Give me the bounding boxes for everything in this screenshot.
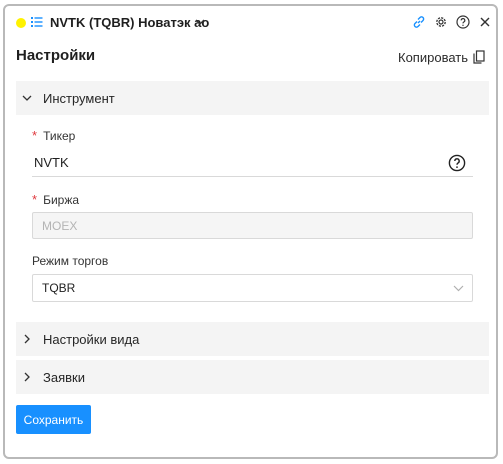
chevron-down-icon [22,95,32,101]
widget-titlebar: NVTK (TQBR) Новатэк ао [5,6,496,38]
section-orders-label: Заявки [43,369,85,385]
section-view-settings-label: Настройки вида [43,331,140,347]
page-title: Настройки [16,47,96,64]
trade-mode-value: TQBR [42,281,76,295]
help-icon[interactable] [456,15,470,29]
save-button[interactable]: Сохранить [16,405,91,434]
required-mark: * [32,192,38,207]
exchange-input: MOEX [32,212,473,239]
section-view-settings-header[interactable]: Настройки вида [16,322,489,356]
chevron-right-icon [24,334,30,344]
help-icon[interactable] [448,154,466,172]
chevron-right-icon [24,372,30,382]
ticker-field-label: * Тикер [32,128,75,143]
trade-mode-label: Режим торгов [32,254,109,268]
trade-mode-select[interactable]: TQBR [32,274,473,302]
list-icon[interactable] [31,16,43,28]
exchange-label-text: Биржа [43,193,80,207]
copy-button-label: Копировать [398,49,468,65]
gear-icon[interactable] [434,15,448,29]
ticker-label-text: Тикер [43,129,76,143]
status-indicator-dot [16,18,26,28]
widget-window: NVTK (TQBR) Новатэк ао Настройки Копиров… [3,4,498,459]
close-icon[interactable] [478,15,492,29]
copy-button[interactable]: Копировать [398,47,485,67]
required-mark: * [32,128,38,143]
section-instrument-label: Инструмент [43,90,115,106]
ticker-input[interactable]: NVTK [32,149,473,177]
ticker-value: NVTK [34,155,69,170]
copy-icon [473,50,485,64]
exchange-value: MOEX [42,218,78,233]
exchange-field-label: * Биржа [32,192,79,207]
chevron-down-icon [453,285,464,292]
chevron-down-icon[interactable] [195,17,205,27]
widget-title[interactable]: NVTK (TQBR) Новатэк ао [50,15,209,30]
section-orders-header[interactable]: Заявки [16,360,489,394]
link-icon[interactable] [412,15,426,29]
section-instrument-header[interactable]: Инструмент [16,81,489,115]
